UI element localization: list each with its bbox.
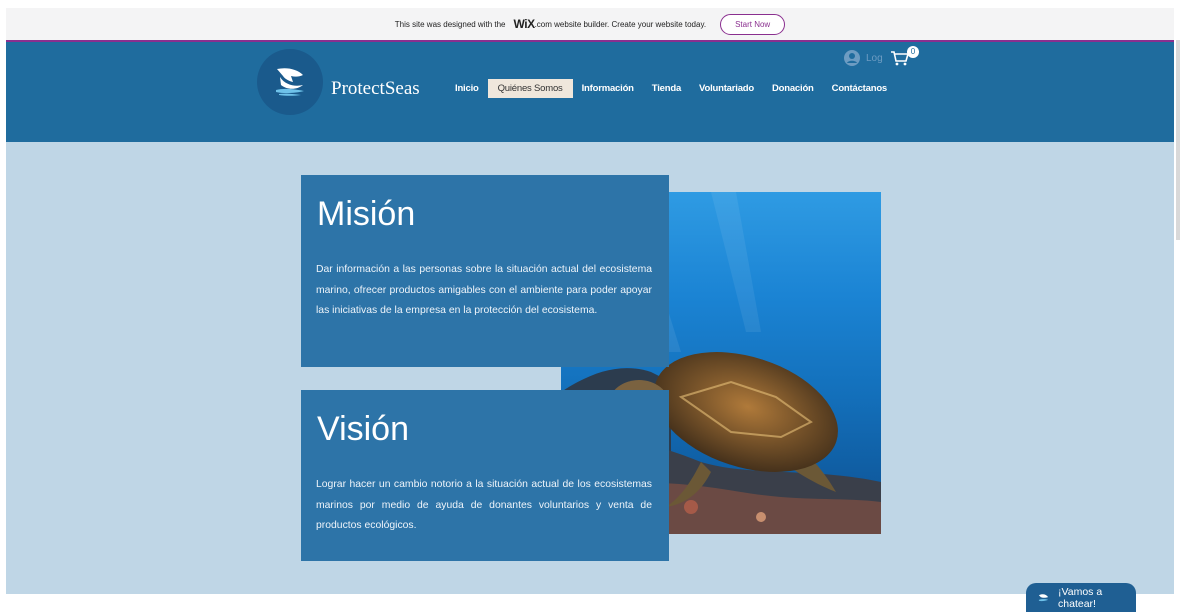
nav-contactanos[interactable]: Contáctanos: [823, 79, 896, 98]
about-section: Misión Dar información a las personas so…: [6, 142, 1174, 594]
chat-label: ¡Vamos a chatear!: [1058, 585, 1103, 610]
start-now-button[interactable]: Start Now: [720, 13, 786, 35]
site-header: ProtectSeas Inicio Quiénes Somos Informa…: [6, 42, 1174, 142]
vision-text: Lograr hacer un cambio notorio a la situ…: [316, 479, 652, 531]
turtle-chat-icon: [1038, 593, 1049, 601]
brand-name[interactable]: ProtectSeas: [331, 78, 420, 100]
mision-title: Misión: [317, 195, 416, 233]
user-icon: [844, 50, 860, 66]
page-scrollbar[interactable]: [1176, 40, 1180, 240]
mision-card: Misión Dar información a las personas so…: [301, 175, 669, 367]
vision-card: Visión Lograr hacer un cambio notorio a …: [301, 390, 669, 561]
wix-logo[interactable]: WiX: [514, 17, 536, 31]
nav-informacion[interactable]: Información: [573, 79, 643, 98]
main-nav: Inicio Quiénes Somos Información Tienda …: [446, 79, 896, 98]
mision-text: Dar información a las personas sobre la …: [316, 264, 652, 316]
login-link[interactable]: Log: [844, 50, 883, 66]
nav-tienda[interactable]: Tienda: [643, 79, 690, 98]
cart-count-badge: 0: [907, 46, 919, 58]
login-label: Log: [866, 52, 883, 64]
cart-button[interactable]: 0: [890, 46, 919, 68]
nav-donacion[interactable]: Donación: [763, 79, 823, 98]
nav-voluntariado[interactable]: Voluntariado: [690, 79, 763, 98]
banner-suffix: .com website builder. Create your websit…: [534, 19, 707, 29]
nav-inicio[interactable]: Inicio: [446, 79, 488, 98]
banner-prefix: This site was designed with the: [394, 19, 506, 29]
wix-banner: This site was designed with the WiX .com…: [6, 8, 1174, 42]
vision-title: Visión: [317, 410, 409, 448]
chat-button[interactable]: ¡Vamos a chatear!: [1026, 583, 1136, 612]
turtle-logo-icon: [276, 68, 304, 96]
site-logo[interactable]: [257, 49, 323, 115]
nav-quienes-somos[interactable]: Quiénes Somos: [487, 79, 573, 98]
